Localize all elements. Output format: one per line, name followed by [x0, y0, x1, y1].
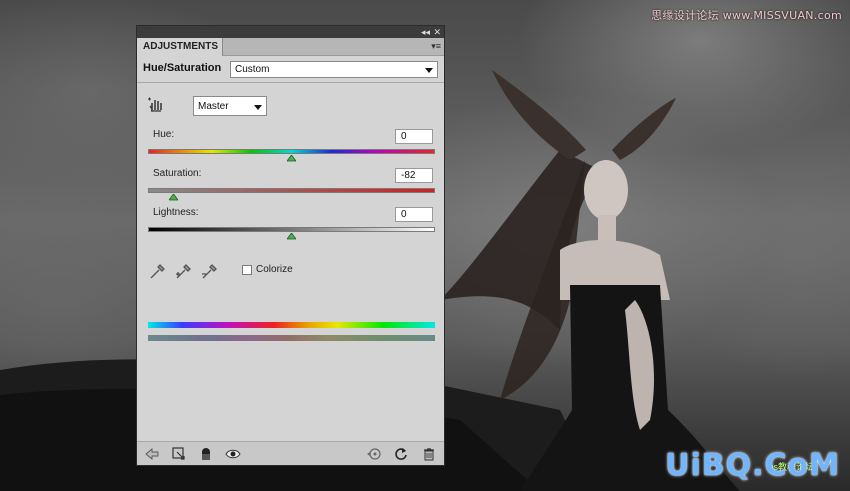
chevron-down-icon: [254, 105, 262, 110]
lightness-label: Lightness:: [153, 207, 199, 218]
targeted-adjustment-icon[interactable]: [147, 96, 165, 114]
eyedropper-add-icon[interactable]: [174, 263, 192, 281]
lightness-input[interactable]: 0: [395, 207, 433, 222]
channel-dropdown[interactable]: Master: [193, 96, 267, 116]
clip-to-layer-icon[interactable]: [171, 446, 187, 462]
eyedropper-subtract-icon[interactable]: [200, 263, 218, 281]
lightness-slider-thumb[interactable]: [287, 233, 296, 240]
saturation-label: Saturation:: [153, 168, 202, 179]
watermark-bottom: UiBQ.CoM: [665, 448, 840, 483]
colorize-checkbox[interactable]: [242, 265, 252, 275]
layer-mask-icon[interactable]: [198, 446, 214, 462]
preset-dropdown[interactable]: Custom: [230, 61, 438, 78]
back-arrow-icon[interactable]: [144, 446, 160, 462]
output-spectrum-bar: [148, 335, 435, 341]
eyedropper-icon[interactable]: [148, 263, 166, 281]
saturation-slider-thumb[interactable]: [169, 194, 179, 201]
panel-footer: [137, 441, 444, 465]
trash-icon[interactable]: [421, 446, 437, 462]
saturation-input[interactable]: -82: [395, 168, 433, 183]
hue-input[interactable]: 0: [395, 129, 433, 144]
hue-label: Hue:: [153, 129, 175, 140]
panel-menu-icon[interactable]: ▾≡: [431, 41, 441, 52]
input-spectrum-bar: [148, 322, 435, 328]
panel-title-bar[interactable]: ◂◂ ✕: [137, 26, 444, 38]
preset-value: Custom: [235, 64, 270, 75]
visibility-eye-icon[interactable]: [225, 446, 241, 462]
saturation-slider-track[interactable]: [148, 188, 435, 193]
channel-value: Master: [198, 101, 229, 112]
colorize-label: Colorize: [256, 264, 293, 275]
chevron-down-icon: [425, 68, 433, 73]
hue-slider-thumb[interactable]: [287, 155, 296, 162]
tab-row: ADJUSTMENTS ▾≡: [137, 38, 444, 56]
adjustment-title: Hue/Saturation: [143, 62, 222, 74]
collapse-icon[interactable]: ◂◂: [421, 26, 430, 38]
adjustments-panel: ◂◂ ✕ ADJUSTMENTS ▾≡ Hue/Saturation Custo…: [136, 25, 445, 466]
hue-saturation-header: Hue/Saturation Custom: [137, 57, 444, 83]
reset-icon[interactable]: [393, 446, 409, 462]
lightness-slider-track[interactable]: [148, 227, 435, 232]
view-previous-state-icon[interactable]: [366, 446, 382, 462]
close-icon[interactable]: ✕: [433, 26, 441, 38]
watermark-top: 思缘设计论坛 www.MISSVUAN.com: [651, 9, 842, 22]
tab-adjustments[interactable]: ADJUSTMENTS: [137, 38, 223, 56]
hue-slider-track[interactable]: [148, 149, 435, 154]
